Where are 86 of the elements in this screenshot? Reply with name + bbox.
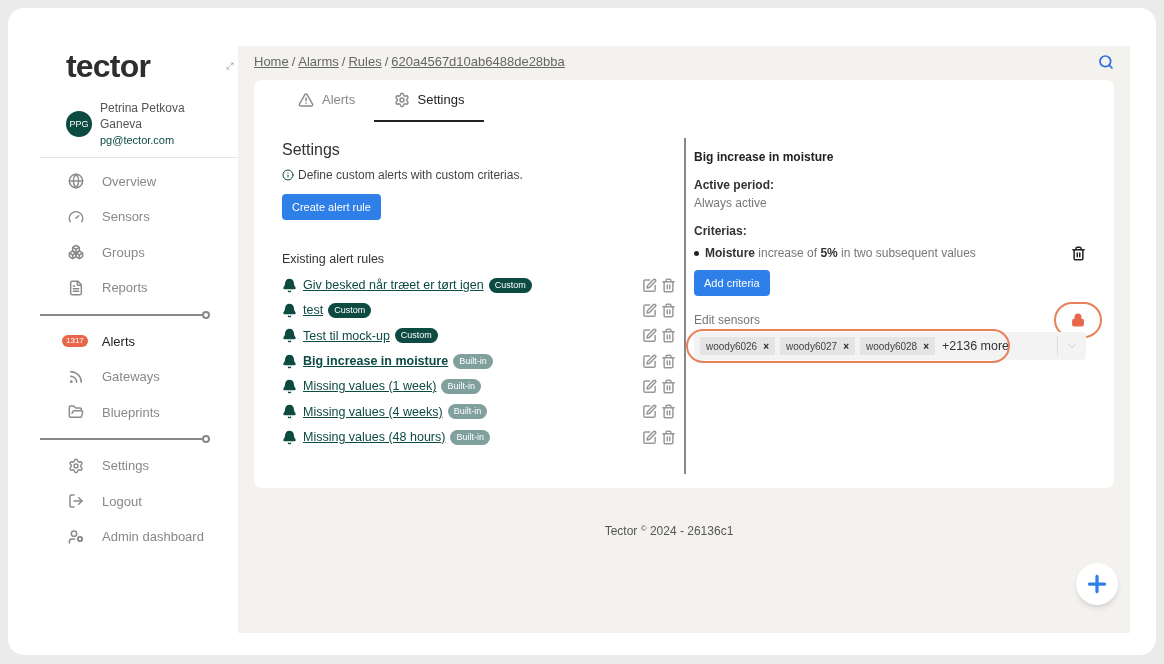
avatar: PPG	[66, 111, 92, 138]
add-button[interactable]	[1076, 563, 1118, 605]
boxes-icon	[68, 244, 84, 261]
user-name: Petrina Petkova Ganeva	[100, 100, 186, 132]
breadcrumb-separator: /	[384, 53, 389, 72]
bullet-icon	[694, 250, 699, 256]
bell-icon	[282, 353, 297, 369]
rule-tag: Built-in	[447, 404, 488, 420]
rule-link[interactable]: Giv besked når træet er tørt igen	[303, 276, 484, 295]
bell-icon	[282, 328, 297, 344]
edit-icon[interactable]	[642, 379, 657, 395]
section-title: Settings	[282, 140, 341, 160]
globe-icon	[68, 173, 84, 190]
info-icon	[282, 169, 294, 181]
edit-icon[interactable]	[642, 303, 657, 319]
rule-tag: Built-in	[450, 429, 490, 445]
logout-icon	[68, 493, 84, 510]
edit-icon[interactable]	[642, 277, 657, 293]
document-icon	[68, 279, 84, 296]
field-label: Criterias:	[694, 223, 748, 240]
info-text: Define custom alerts with custom criterias.	[298, 167, 523, 184]
bell-icon	[282, 404, 297, 420]
tab[interactable]: Alerts	[284, 80, 374, 122]
expand-icon[interactable]	[226, 62, 234, 70]
bell-icon	[282, 379, 297, 395]
more-count: +2136 more	[942, 337, 1010, 355]
edit-icon[interactable]	[642, 353, 657, 369]
breadcrumb-link[interactable]: Alarms	[298, 52, 339, 72]
nav-item[interactable]: Sensors	[40, 199, 238, 235]
rule-link[interactable]: Test til mock-up	[303, 326, 390, 346]
nav-item[interactable]: Gateways	[40, 359, 238, 395]
folder-icon	[68, 404, 84, 421]
field-label: Edit sensors	[694, 312, 761, 329]
breadcrumb-separator: /	[291, 53, 296, 72]
warning-icon	[298, 92, 314, 108]
breadcrumb-link[interactable]: Rules	[348, 52, 382, 72]
tab[interactable]: Settings	[374, 80, 484, 122]
rule-link[interactable]: Missing values (48 hours)	[303, 427, 446, 447]
nav-item[interactable]: Groups	[40, 234, 238, 270]
bell-icon	[282, 429, 297, 445]
bell-icon	[282, 277, 297, 293]
edit-icon[interactable]	[642, 404, 657, 420]
rule-tag: Custom	[328, 303, 372, 319]
rule-tag: Custom	[488, 277, 532, 293]
nav-item[interactable]: Reports	[40, 270, 238, 306]
breadcrumb-separator: /	[341, 53, 346, 72]
add-criteria-button[interactable]: Add criteria	[694, 270, 770, 296]
edit-icon[interactable]	[642, 328, 657, 344]
nav-item[interactable]: Overview	[40, 163, 238, 199]
edit-icon[interactable]	[642, 429, 657, 445]
criterion-text: Moisture increase of 5% in two subsequent values	[705, 245, 976, 262]
nav-item[interactable]: Admin dashboard	[40, 519, 238, 555]
list-title: Existing alert rules	[282, 251, 386, 268]
user-email: pg@tector.com	[100, 133, 176, 148]
bell-icon	[282, 303, 297, 319]
rule-title: Big increase in moisture	[694, 149, 835, 166]
create-alert-rule-button[interactable]: Create alert rule	[282, 194, 381, 220]
settings-icon	[68, 457, 84, 474]
sensor-chip: woody6027 ×	[780, 337, 855, 355]
rule-link[interactable]: Missing values (4 weeks)	[303, 402, 443, 422]
delete-icon[interactable]	[1071, 245, 1086, 261]
settings-icon	[393, 92, 410, 108]
rule-link[interactable]: test	[303, 301, 324, 321]
breadcrumb-link[interactable]: 620a4567d10ab6488de28bba	[391, 52, 565, 72]
search-icon[interactable]	[1098, 54, 1114, 70]
nav-item[interactable]: Logout	[40, 483, 238, 519]
rule-tag: Built-in	[453, 353, 493, 369]
lock-icon[interactable]	[1071, 313, 1085, 327]
sensor-chip: woody6026 ×	[700, 337, 775, 355]
rule-tag: Built-in	[441, 379, 481, 395]
rule-tag: Custom	[394, 328, 438, 344]
nav-item[interactable]: 1317 Alerts	[40, 323, 238, 359]
breadcrumb-link[interactable]: Home	[254, 52, 289, 72]
nav-item[interactable]: Settings	[40, 448, 238, 484]
nav-item[interactable]: Blueprints	[40, 394, 238, 430]
period-value: Always active	[694, 195, 768, 212]
rule-link[interactable]: Big increase in moisture	[303, 351, 449, 371]
user-gear-icon	[68, 528, 84, 545]
rule-link[interactable]: Missing values (1 week)	[303, 377, 437, 396]
field-label: Active period:	[694, 177, 775, 194]
logo: tector	[66, 47, 151, 86]
footer-text: Tector $^{©}$ 2024 - 26136c1	[604, 523, 734, 540]
signal-icon	[68, 368, 84, 385]
count-badge: 1317	[62, 335, 88, 348]
gauge-icon	[68, 208, 84, 225]
sensor-chip: woody6028 ×	[860, 337, 935, 355]
